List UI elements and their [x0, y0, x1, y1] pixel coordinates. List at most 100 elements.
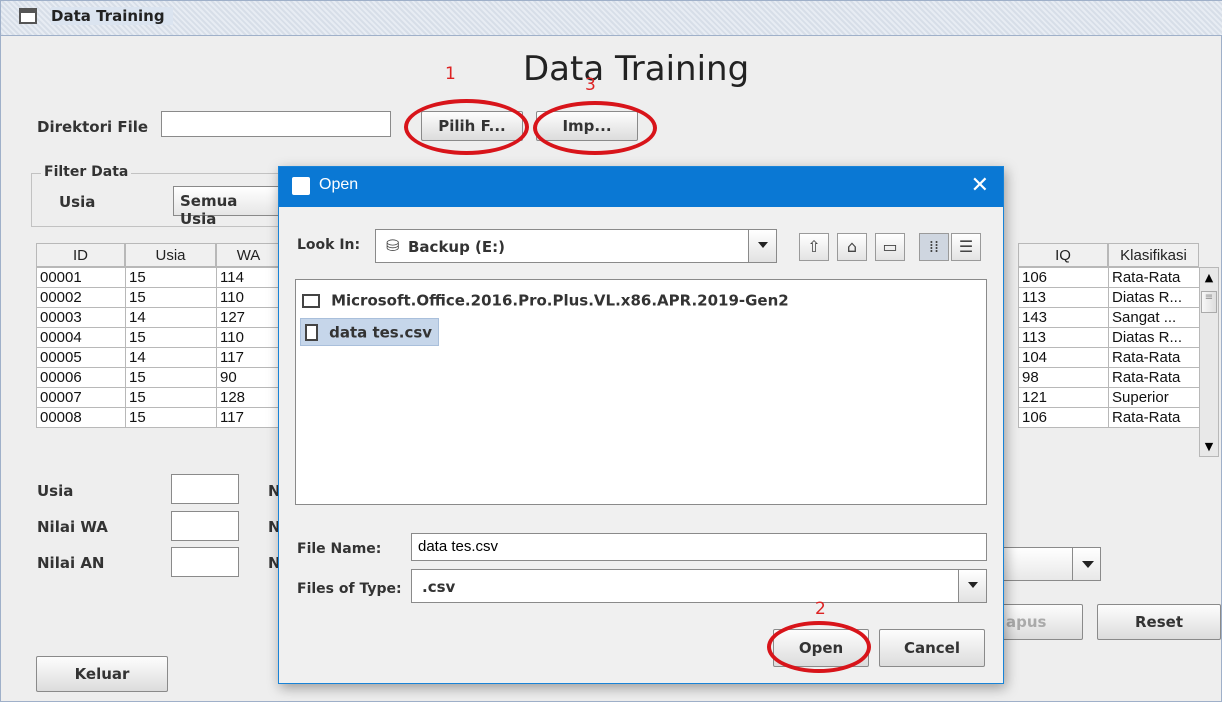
cell-id[interactable]: 00004: [36, 327, 126, 348]
cell-iq[interactable]: 113: [1018, 287, 1109, 308]
cell-klas[interactable]: Rata-Rata: [1108, 347, 1200, 368]
list-view-icon[interactable]: ⁞⁞: [919, 233, 949, 261]
delete-button[interactable]: apus: [991, 604, 1083, 640]
cancel-button[interactable]: Cancel: [879, 629, 985, 667]
cell-id[interactable]: 00007: [36, 387, 126, 408]
cell-usia[interactable]: 14: [125, 307, 217, 328]
cell-id[interactable]: 00008: [36, 407, 126, 428]
table-row[interactable]: 104 Rata-Rata: [1018, 347, 1200, 368]
annotation-ring-3: [533, 101, 657, 155]
cell-klas[interactable]: Diatas R...: [1108, 327, 1200, 348]
table-row[interactable]: 106 Rata-Rata: [1018, 267, 1200, 288]
table-row[interactable]: 106 Rata-Rata: [1018, 407, 1200, 428]
chevron-down-icon[interactable]: [748, 230, 776, 262]
scroll-up-arrow-icon[interactable]: ▲: [1201, 271, 1217, 285]
nilai-an-label: Nilai AN: [37, 554, 105, 572]
cell-id[interactable]: 00005: [36, 347, 126, 368]
window-title: Data Training: [51, 7, 173, 25]
cell-usia[interactable]: 15: [125, 267, 217, 288]
table-row[interactable]: 98 Rata-Rata: [1018, 367, 1200, 388]
directory-label: Direktori File: [37, 118, 149, 136]
cell-wa[interactable]: 117: [216, 347, 282, 368]
cell-id[interactable]: 00002: [36, 287, 126, 308]
col-header-iq[interactable]: IQ: [1018, 243, 1108, 267]
cell-klas[interactable]: Rata-Rata: [1108, 367, 1200, 388]
cell-wa[interactable]: 110: [216, 327, 282, 348]
scroll-down-arrow-icon[interactable]: ▼: [1201, 440, 1217, 454]
table-scrollbar[interactable]: ▲ ≡ ▼: [1199, 267, 1219, 457]
cell-klas[interactable]: Rata-Rata: [1108, 407, 1200, 428]
cell-usia[interactable]: 14: [125, 347, 217, 368]
cell-iq[interactable]: 98: [1018, 367, 1109, 388]
cell-iq[interactable]: 106: [1018, 267, 1109, 288]
annotation-ring-1: [404, 99, 529, 155]
cell-id[interactable]: 00001: [36, 267, 126, 288]
cell-wa[interactable]: 128: [216, 387, 282, 408]
cell-usia[interactable]: 15: [125, 287, 217, 308]
table-row[interactable]: 113 Diatas R...: [1018, 287, 1200, 308]
cell-usia[interactable]: 15: [125, 387, 217, 408]
list-item[interactable]: data tes.csv: [300, 318, 440, 346]
cell-wa[interactable]: 90: [216, 367, 282, 388]
cell-wa[interactable]: 117: [216, 407, 282, 428]
cell-wa[interactable]: 114: [216, 267, 282, 288]
nilai-wa-input[interactable]: [171, 511, 239, 541]
cell-klas[interactable]: Diatas R...: [1108, 287, 1200, 308]
usia-input[interactable]: [171, 474, 239, 504]
cell-iq[interactable]: 104: [1018, 347, 1109, 368]
table-row[interactable]: 00008 15 117: [36, 407, 282, 428]
table-row[interactable]: 00007 15 128: [36, 387, 282, 408]
table-row[interactable]: 00004 15 110: [36, 327, 282, 348]
col-header-usia[interactable]: Usia: [125, 243, 216, 267]
cell-iq[interactable]: 143: [1018, 307, 1109, 328]
cell-wa[interactable]: 110: [216, 287, 282, 308]
table-row[interactable]: 121 Superior: [1018, 387, 1200, 408]
up-folder-icon[interactable]: ⇧: [799, 233, 829, 261]
cell-iq[interactable]: 121: [1018, 387, 1109, 408]
directory-input[interactable]: [161, 111, 391, 137]
col-header-id[interactable]: ID: [36, 243, 125, 267]
look-in-value: Backup (E:): [408, 238, 506, 256]
cell-id[interactable]: 00006: [36, 367, 126, 388]
filter-usia-combo[interactable]: Semua Usia: [173, 186, 281, 228]
new-folder-icon[interactable]: ▭: [875, 233, 905, 261]
nilai-wa-label: Nilai WA: [37, 518, 108, 536]
file-name-input[interactable]: data tes.csv: [411, 533, 987, 561]
cell-klas[interactable]: Rata-Rata: [1108, 267, 1200, 288]
table-row[interactable]: 00006 15 90: [36, 367, 282, 388]
dialog-title-bar[interactable]: Open ✕: [279, 167, 1003, 207]
folder-name: Microsoft.Office.2016.Pro.Plus.VL.x86.AP…: [331, 291, 789, 310]
annotation-label-3: 3: [585, 75, 596, 95]
close-icon[interactable]: ✕: [971, 173, 989, 198]
file-type-combo[interactable]: .csv: [411, 569, 987, 603]
table-row[interactable]: 00002 15 110: [36, 287, 282, 308]
cell-wa[interactable]: 127: [216, 307, 282, 328]
cell-iq[interactable]: 113: [1018, 327, 1109, 348]
table-row[interactable]: 143 Sangat ...: [1018, 307, 1200, 328]
cell-usia[interactable]: 15: [125, 407, 217, 428]
table-row[interactable]: 113 Diatas R...: [1018, 327, 1200, 348]
cell-iq[interactable]: 106: [1018, 407, 1109, 428]
cell-klas[interactable]: Superior: [1108, 387, 1200, 408]
cell-usia[interactable]: 15: [125, 327, 217, 348]
title-bar[interactable]: Data Training: [1, 1, 1222, 36]
home-icon[interactable]: ⌂: [837, 233, 867, 261]
scroll-thumb[interactable]: ≡: [1201, 291, 1217, 313]
table-row[interactable]: 00003 14 127: [36, 307, 282, 328]
table-row[interactable]: 00001 15 114: [36, 267, 282, 288]
cell-usia[interactable]: 15: [125, 367, 217, 388]
classification-combo[interactable]: [1001, 547, 1101, 581]
list-item[interactable]: Microsoft.Office.2016.Pro.Plus.VL.x86.AP…: [302, 290, 789, 310]
look-in-combo[interactable]: ⛁ Backup (E:): [375, 229, 777, 263]
nilai-an-input[interactable]: [171, 547, 239, 577]
exit-button[interactable]: Keluar: [36, 656, 168, 692]
cell-id[interactable]: 00003: [36, 307, 126, 328]
reset-button[interactable]: Reset: [1097, 604, 1221, 640]
col-header-klasifikasi[interactable]: Klasifikasi: [1108, 243, 1199, 267]
col-header-wa[interactable]: WA: [216, 243, 281, 267]
table-row[interactable]: 00005 14 117: [36, 347, 282, 368]
cell-klas[interactable]: Sangat ...: [1108, 307, 1200, 328]
chevron-down-icon[interactable]: [958, 570, 986, 602]
details-view-icon[interactable]: ☰: [951, 233, 981, 261]
file-icon: [305, 324, 318, 341]
